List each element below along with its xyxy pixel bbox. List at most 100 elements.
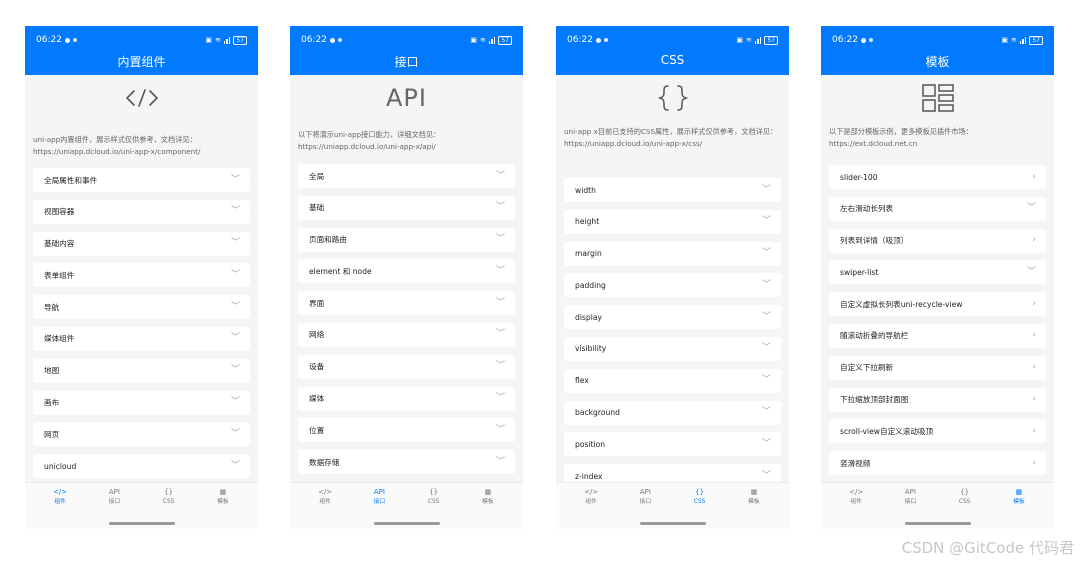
chevron-right-icon: › <box>1032 235 1036 246</box>
list-item[interactable]: 表单组件 ﹀ <box>33 263 250 288</box>
list-item[interactable]: element 和 node ﹀ <box>298 259 515 284</box>
list-item-label: 全局属性和事件 <box>44 175 98 185</box>
list-item[interactable]: 列表到详情（吸顶） › <box>829 228 1046 253</box>
page-title: 接口 <box>394 55 419 69</box>
list-item[interactable]: 网页 ﹀ <box>33 422 250 447</box>
list-item[interactable]: 页面和路由 ﹀ <box>298 227 515 252</box>
chevron-down-icon: ﹀ <box>495 265 505 276</box>
tab-api[interactable]: API 接口 <box>359 487 399 506</box>
code-brackets-icon <box>125 89 158 107</box>
tab-template[interactable]: ▦ 模板 <box>999 487 1039 506</box>
list-item[interactable]: width ﹀ <box>564 178 781 202</box>
chevron-down-icon: ﹀ <box>761 248 771 259</box>
chevron-down-icon: ﹀ <box>495 234 505 245</box>
chevron-down-icon: ﹀ <box>230 206 240 217</box>
page-title: 模板 <box>925 55 950 69</box>
chevron-right-icon: › <box>1032 298 1036 309</box>
braces-icon: {} <box>695 488 705 496</box>
phone-css: 06:22 ▣ ≋ 57 CSS uni-app x目前已支持的CSS属性，展示样式… <box>556 26 789 529</box>
tab-label: 模板 <box>217 499 229 505</box>
code-icon: </> <box>849 488 864 496</box>
list-item[interactable]: background ﹀ <box>564 400 781 425</box>
list-item[interactable]: padding ﹀ <box>564 273 781 298</box>
list-item[interactable]: 画布 ﹀ <box>33 390 250 415</box>
status-bar: 06:22 ▣ ≋ 57 <box>36 34 247 46</box>
list-item[interactable]: 地图 ﹀ <box>33 358 250 383</box>
list-item-label: 数据存储 <box>309 457 340 467</box>
list-item-label: background <box>575 408 620 418</box>
list-item[interactable]: 基础内容 ﹀ <box>33 231 250 256</box>
list-item[interactable]: 媒体 ﹀ <box>298 386 515 411</box>
battery-icon: 57 <box>1029 35 1043 45</box>
list-item[interactable]: 基础 ﹀ <box>298 195 515 220</box>
tab-template[interactable]: ▦ 模板 <box>468 487 508 506</box>
list-item[interactable]: 自定义虚拟长列表uni-recycle-view › <box>829 292 1046 317</box>
tab-template[interactable]: ▦ 模板 <box>734 487 774 506</box>
list-item[interactable]: 自定义下拉刷新 › <box>829 355 1046 380</box>
chevron-down-icon: ﹀ <box>495 329 505 340</box>
list-item-label: 表单组件 <box>44 270 75 280</box>
list-item[interactable]: 网络 ﹀ <box>298 322 515 347</box>
list-item[interactable]: 媒体组件 ﹀ <box>33 326 250 351</box>
tab-template[interactable]: ▦ 模板 <box>203 487 243 506</box>
list-item[interactable]: 竖滑视频 › <box>829 451 1046 476</box>
watermark: CSDN @GitCode 代码君 <box>901 539 1074 557</box>
tab-css[interactable]: {} CSS <box>945 487 985 506</box>
list-item[interactable]: 全局属性和事件 ﹀ <box>33 168 250 192</box>
list-item[interactable]: 位置 ﹀ <box>298 418 515 443</box>
list-item[interactable]: 设备 ﹀ <box>298 354 515 379</box>
list-item[interactable]: 左右滑动长列表 ﹀ <box>829 196 1046 221</box>
phone-components: 06:22 ▣ ≋ 57 内置组件 uni-app内置组件，展示样式仅供参考，文档详… <box>25 26 258 529</box>
nav-header: 06:22 ▣ ≋ 57 内置组件 <box>25 26 258 75</box>
list-item[interactable]: slider-100 › <box>829 165 1046 189</box>
list-item[interactable]: scroll-view自定义滚动吸顶 › <box>829 419 1046 444</box>
tab-bar: </> 组件 API 接口 {} CSS ▦ 模板 <box>25 482 258 529</box>
nav-header: 06:22 ▣ ≋ 57 CSS <box>556 26 789 75</box>
tab-api[interactable]: API 接口 <box>625 487 665 506</box>
signal-icon <box>488 36 496 44</box>
list-item[interactable]: position ﹀ <box>564 432 781 457</box>
chevron-down-icon: ﹀ <box>761 279 771 290</box>
list-item-label: 基础 <box>309 203 325 213</box>
list-item[interactable]: display ﹀ <box>564 305 781 330</box>
tab-components[interactable]: </> 组件 <box>571 487 611 506</box>
tab-components[interactable]: </> 组件 <box>836 487 876 506</box>
list-item[interactable]: visibility ﹀ <box>564 336 781 361</box>
list-item[interactable]: 数据存储 ﹀ <box>298 450 515 475</box>
list-item[interactable]: margin ﹀ <box>564 241 781 266</box>
tab-css[interactable]: {} CSS <box>680 487 720 506</box>
page-title: CSS <box>660 53 685 67</box>
list-item[interactable]: 随滚动折叠的导航栏 › <box>829 323 1046 348</box>
wifi-icon: ≋ <box>479 36 486 44</box>
list-item[interactable]: 全局 ﹀ <box>298 164 515 188</box>
list-item-label: 视图容器 <box>44 207 75 217</box>
tab-label: 组件 <box>850 499 862 505</box>
tab-api[interactable]: API 接口 <box>890 487 930 506</box>
list-item[interactable]: height ﹀ <box>564 209 781 234</box>
list-item[interactable]: flex ﹀ <box>564 368 781 393</box>
list-item-label: element 和 node <box>309 266 372 276</box>
tab-bar: </> 组件 API 接口 {} CSS ▦ 模板 <box>290 482 523 529</box>
list-item-label: 位置 <box>309 425 325 435</box>
screenshot-stage: 06:22 ▣ ≋ 57 内置组件 uni-app内置组件，展示样式仅供参考，文档详… <box>0 0 1080 562</box>
list-item-label: 画布 <box>44 398 60 408</box>
tab-css[interactable]: {} CSS <box>149 487 189 506</box>
list-item[interactable]: swiper-list ﹀ <box>829 260 1046 285</box>
tab-components[interactable]: </> 组件 <box>305 487 345 506</box>
tab-label: 组件 <box>54 499 66 505</box>
tab-css[interactable]: {} CSS <box>414 487 454 506</box>
chevron-down-icon: ﹀ <box>495 170 505 181</box>
menu-list: 全局属性和事件 ﹀ 视图容器 ﹀ 基础内容 ﹀ 表单组件 ﹀ 导航 ﹀ 媒体组件 ﹀ 地图 ﹀… <box>33 168 250 486</box>
list-item-label: 列表到详情（吸顶） <box>840 236 909 246</box>
list-item[interactable]: unicloud ﹀ <box>33 454 250 479</box>
list-item[interactable]: 视图容器 ﹀ <box>33 199 250 224</box>
tab-bar: </> 组件 API 接口 {} CSS ▦ 模板 <box>821 482 1054 529</box>
list-item[interactable]: 界面 ﹀ <box>298 291 515 316</box>
nav-header: 06:22 ▣ ≋ 57 模板 <box>821 26 1054 75</box>
status-bar: 06:22 ▣ ≋ 57 <box>567 34 778 46</box>
list-item[interactable]: 导航 ﹀ <box>33 295 250 320</box>
chevron-right-icon: › <box>1032 362 1036 373</box>
tab-components[interactable]: </> 组件 <box>40 487 80 506</box>
list-item[interactable]: 下拉缩放顶部封面图 › <box>829 387 1046 412</box>
tab-api[interactable]: API 接口 <box>94 487 134 506</box>
